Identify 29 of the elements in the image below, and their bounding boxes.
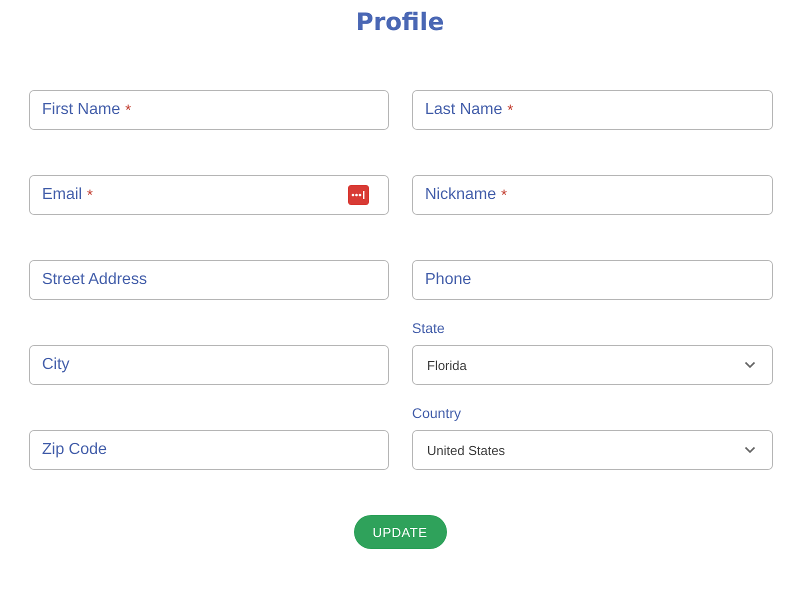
input-field[interactable]: Nickname *	[412, 175, 773, 215]
input-field[interactable]: City	[29, 345, 389, 385]
field-label: Country	[412, 405, 462, 421]
update-button[interactable]: UPDATE	[354, 515, 446, 549]
placeholder-text: Nickname	[425, 186, 496, 204]
dropdown[interactable]: Florida	[412, 345, 773, 385]
chevron-down-icon	[744, 361, 756, 369]
required-mark: *	[125, 102, 132, 118]
dropdown[interactable]: United States	[412, 430, 773, 470]
input-field[interactable]: Last Name *	[412, 90, 773, 130]
placeholder-text: Street Address	[42, 271, 147, 289]
input-field[interactable]: Zip Code	[29, 430, 389, 470]
page-title: Profile	[354, 7, 446, 38]
placeholder-text: Zip Code	[42, 441, 107, 459]
placeholder-text: First Name	[42, 101, 120, 119]
required-mark: *	[507, 102, 514, 118]
field-label: State	[412, 320, 446, 336]
input-field[interactable]: Email *	[29, 175, 389, 215]
placeholder-text: Last Name	[425, 101, 502, 119]
required-mark: *	[501, 186, 507, 204]
input-field[interactable]: Phone	[412, 260, 773, 300]
placeholder-text: Phone	[425, 271, 472, 289]
input-field[interactable]: First Name *	[29, 90, 389, 130]
required-mark: *	[87, 186, 93, 204]
placeholder-text: City	[42, 356, 70, 374]
placeholder-text: Email	[42, 186, 82, 204]
input-field[interactable]: Street Address	[29, 260, 389, 300]
password-manager-icon[interactable]	[348, 185, 369, 205]
chevron-down-icon	[744, 446, 756, 454]
